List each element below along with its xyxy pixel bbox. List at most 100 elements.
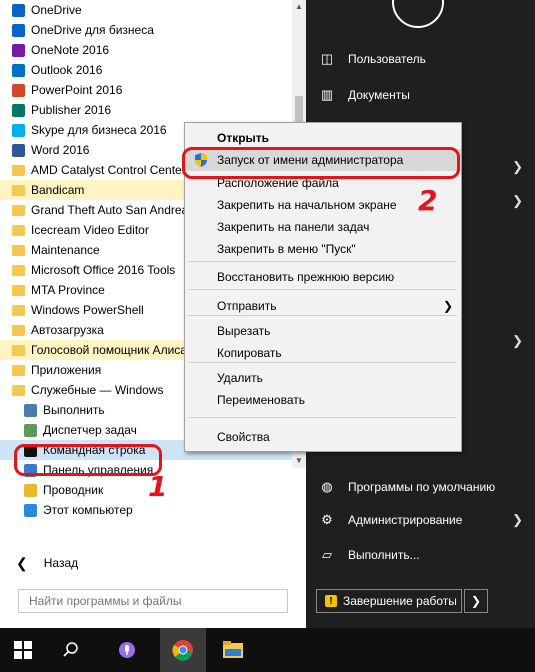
app-icon bbox=[24, 483, 37, 497]
windows-logo-icon bbox=[14, 641, 32, 659]
right-panel-item[interactable]: ▥ Документы bbox=[306, 84, 535, 106]
context-menu-item[interactable]: Переименовать bbox=[185, 389, 461, 411]
right-panel-item-label: Выполнить... bbox=[348, 548, 420, 562]
context-menu-item-label: Свойства bbox=[217, 430, 270, 444]
back-label: Назад bbox=[43, 556, 79, 570]
context-menu-item[interactable]: Восстановить прежнюю версию bbox=[185, 266, 461, 288]
folder-icon bbox=[12, 204, 25, 216]
list-item-label: Этот компьютер bbox=[43, 503, 133, 517]
list-item-label: Outlook 2016 bbox=[31, 63, 103, 77]
list-item-label: OneNote 2016 bbox=[31, 43, 110, 57]
list-item-label: Диспетчер задач bbox=[43, 423, 137, 437]
list-item[interactable]: OneDrive bbox=[0, 0, 292, 20]
list-item-label: Icecream Video Editor bbox=[31, 223, 149, 237]
right-panel-item[interactable]: ◫ Пользователь bbox=[306, 48, 535, 70]
admin-tools-icon: ⚙ bbox=[321, 512, 333, 527]
documents-icon: ▥ bbox=[320, 87, 334, 102]
context-menu-item[interactable]: Удалить bbox=[185, 367, 461, 389]
list-item[interactable]: OneDrive для бизнеса bbox=[0, 20, 292, 40]
folder-icon bbox=[12, 224, 25, 236]
list-item-label: Служебные — Windows bbox=[31, 383, 164, 397]
taskbar-explorer-button[interactable] bbox=[210, 628, 256, 672]
back-button[interactable]: ❮ Назад bbox=[0, 550, 292, 576]
context-menu-item[interactable]: Вырезать bbox=[185, 320, 461, 342]
annotation-highlight-run-as-admin bbox=[182, 147, 460, 179]
context-menu-item-label: Восстановить прежнюю версию bbox=[217, 270, 395, 284]
back-arrow-icon: ❮ bbox=[16, 554, 28, 571]
taskbar-voice-assistant-button[interactable] bbox=[104, 628, 150, 672]
right-panel-item-label: Администрирование bbox=[348, 513, 463, 527]
folder-icon bbox=[12, 184, 25, 196]
list-item[interactable]: Publisher 2016 bbox=[0, 100, 292, 120]
list-item-label: Word 2016 bbox=[31, 143, 90, 157]
start-button[interactable] bbox=[0, 628, 46, 672]
folder-icon bbox=[12, 344, 25, 356]
chevron-right-icon: ❯ bbox=[512, 512, 523, 527]
menu-separator bbox=[189, 289, 457, 290]
list-item-label: Проводник bbox=[43, 483, 104, 497]
menu-separator bbox=[189, 261, 457, 262]
list-item-label: Maintenance bbox=[31, 243, 100, 257]
context-menu-item[interactable]: Копировать bbox=[185, 342, 461, 364]
chrome-icon bbox=[172, 640, 193, 661]
taskbar-search-button[interactable] bbox=[48, 628, 94, 672]
chevron-right-icon: ❯ bbox=[512, 333, 523, 348]
context-menu-item[interactable]: Свойства bbox=[185, 426, 461, 448]
list-item-label: Bandicam bbox=[31, 183, 85, 197]
chevron-right-icon: ❯ bbox=[470, 594, 482, 608]
context-menu-item-label: Закрепить на начальном экране bbox=[217, 198, 397, 212]
chevron-right-icon: ❯ bbox=[442, 299, 453, 313]
taskbar-chrome-button[interactable] bbox=[160, 628, 206, 672]
shutdown-label: Завершение работы bbox=[343, 594, 457, 608]
list-item[interactable]: OneNote 2016 bbox=[0, 40, 292, 60]
scroll-down-arrow-icon[interactable]: ▼ bbox=[295, 456, 303, 465]
folder-icon bbox=[12, 304, 25, 316]
microphone-icon bbox=[119, 642, 135, 658]
right-panel-item[interactable]: ⚙ Администрирование ❯ bbox=[306, 509, 535, 531]
search-box[interactable] bbox=[18, 589, 288, 613]
context-menu-item-label: Копировать bbox=[217, 346, 282, 360]
list-item[interactable]: Этот компьютер bbox=[0, 500, 292, 520]
list-item-label: Microsoft Office 2016 Tools bbox=[31, 263, 176, 277]
context-menu-item[interactable]: Отправить ❯ bbox=[185, 295, 461, 317]
run-icon: ▱ bbox=[322, 547, 332, 562]
list-item-label: MTA Province bbox=[31, 283, 105, 297]
app-icon bbox=[12, 43, 25, 57]
search-icon bbox=[63, 642, 78, 657]
app-icon bbox=[24, 403, 37, 417]
app-icon bbox=[12, 23, 25, 37]
list-item-label: OneDrive для бизнеса bbox=[31, 23, 154, 37]
shutdown-button[interactable]: ! Завершение работы bbox=[316, 589, 462, 613]
app-icon bbox=[12, 83, 25, 97]
folder-icon bbox=[12, 284, 25, 296]
right-panel-item[interactable]: ◍ Программы по умолчанию bbox=[306, 476, 535, 498]
folder-icon bbox=[12, 244, 25, 256]
list-item-label: Windows PowerShell bbox=[31, 303, 144, 317]
annotation-number-2: 2 bbox=[418, 184, 438, 217]
list-item-label: AMD Catalyst Control Center bbox=[31, 163, 186, 177]
context-menu-item[interactable]: Открыть bbox=[185, 127, 461, 149]
list-item-label: Publisher 2016 bbox=[31, 103, 112, 117]
list-item[interactable]: PowerPoint 2016 bbox=[0, 80, 292, 100]
app-icon bbox=[12, 103, 25, 117]
list-item-label: OneDrive bbox=[31, 3, 82, 17]
app-icon bbox=[12, 63, 25, 77]
context-menu-item[interactable]: Закрепить на панели задач bbox=[185, 216, 461, 238]
context-menu-item[interactable]: Закрепить в меню "Пуск" bbox=[185, 238, 461, 260]
right-panel-item[interactable]: ▱ Выполнить... bbox=[306, 544, 535, 566]
right-panel-item-label: Документы bbox=[348, 88, 410, 102]
list-item[interactable]: Outlook 2016 bbox=[0, 60, 292, 80]
folder-icon bbox=[12, 384, 25, 396]
folder-icon bbox=[12, 264, 25, 276]
app-icon bbox=[24, 503, 37, 517]
folder-icon bbox=[12, 364, 25, 376]
right-panel-item-label: Программы по умолчанию bbox=[348, 480, 496, 494]
default-programs-icon: ◍ bbox=[321, 479, 333, 494]
list-item[interactable]: Проводник bbox=[0, 480, 292, 500]
folder-icon bbox=[223, 641, 243, 658]
search-input[interactable] bbox=[19, 590, 287, 612]
scroll-up-arrow-icon[interactable]: ▲ bbox=[295, 2, 303, 11]
shutdown-options-button[interactable]: ❯ bbox=[464, 589, 488, 613]
avatar[interactable] bbox=[392, 0, 444, 28]
context-menu-item-label: Переименовать bbox=[217, 393, 305, 407]
